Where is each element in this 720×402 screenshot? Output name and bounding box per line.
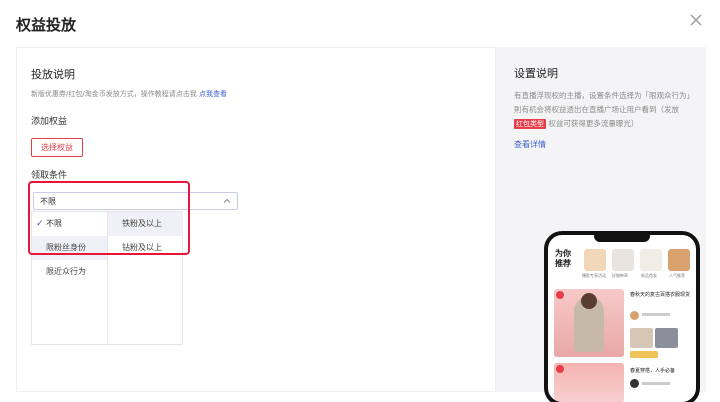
select-benefit-button[interactable]: 选择权益 [31, 138, 83, 157]
modal-content: 投放说明 新版优惠券/红包/淘金币发放方式，操作教程请点击我 点我查看 添加权益… [16, 47, 706, 402]
condition-select-value: 不限 [40, 197, 56, 206]
product-mini-image [655, 328, 678, 348]
author-name-placeholder [642, 313, 670, 316]
menu-item-label: 钻粉及以上 [122, 243, 162, 252]
help-title: 设置说明 [514, 67, 558, 80]
thumbnail-caption: 新品首发 [641, 273, 657, 278]
model-head [581, 293, 597, 309]
product-image [554, 289, 624, 357]
help-description: 有直播浮现权的主播，设置条件选择为「限观众行为」則有机会将权益透出在直播广场让用… [514, 89, 696, 131]
product-thumbnail [584, 249, 606, 271]
menu-item-diamond-fan[interactable]: 钻粉及以上 [108, 236, 183, 260]
menu-item-fan-identity[interactable]: 限粉丝身份 [32, 236, 107, 260]
condition-menu: ✓ 不限 限粉丝身份 限近众行为 铁粉及以上 钻粉及以上 [31, 211, 183, 345]
check-icon: ✓ [36, 219, 44, 229]
menu-item-viewer-behavior[interactable]: 限近众行为 [32, 260, 107, 284]
condition-menu-column-1: ✓ 不限 限粉丝身份 限近众行为 [32, 212, 108, 344]
live-badge-icon [556, 291, 564, 299]
product-mini-image [630, 328, 653, 348]
close-icon[interactable] [688, 12, 704, 28]
thumbnail-caption: 爆款专享活动 [582, 273, 606, 278]
product-card-title: 春夏穿搭，人手必备 [630, 368, 676, 374]
help-text-1: 有直播浮现权的主播，设置条件选择为「限观众行为」則有机会将权益透出在直播广场让用… [514, 91, 694, 114]
phone-notch [594, 235, 650, 242]
phone-preview: 为你推荐 爆款专享活动 好物种草 新品首发 人气推荐 春秋天的复古百搭衣服现货 [544, 231, 700, 402]
product-thumbnail [668, 249, 690, 271]
chevron-up-icon [223, 198, 231, 203]
section-title: 投放说明 [31, 68, 75, 81]
product-thumbnail [640, 249, 662, 271]
menu-item-label: 铁粉及以上 [122, 219, 162, 228]
settings-help-panel: 设置说明 有直播浮现权的主播，设置条件选择为「限观众行为」則有机会将权益透出在直… [500, 47, 706, 402]
menu-item-label: 限近众行为 [46, 267, 86, 276]
live-badge-icon [556, 365, 564, 373]
modal-title: 权益投放 [16, 16, 77, 34]
menu-item-unlimited[interactable]: ✓ 不限 [32, 212, 107, 236]
thumbnail-caption: 人气推荐 [669, 273, 685, 278]
delivery-description: 新版优惠券/红包/淘金币发放方式，操作教程请点击我 点我查看 [31, 89, 227, 99]
tutorial-link[interactable]: 点我查看 [199, 90, 227, 98]
view-details-link[interactable]: 查看详情 [514, 139, 546, 150]
condition-menu-column-2: 铁粉及以上 钻粉及以上 [108, 212, 183, 344]
menu-item-label: 不限 [46, 219, 62, 228]
coupon-tag [630, 351, 658, 358]
description-text: 新版优惠券/红包/淘金币发放方式，操作教程请点击我 [31, 90, 197, 98]
product-card-title: 春秋天的复古百搭衣服现货 [630, 292, 691, 298]
menu-item-iron-fan[interactable]: 铁粉及以上 [108, 212, 183, 236]
avatar [630, 311, 639, 320]
product-thumbnail [612, 249, 634, 271]
product-image [554, 363, 624, 402]
delivery-panel: 投放说明 新版优惠券/红包/淘金币发放方式，操作教程请点击我 点我查看 添加权益… [16, 47, 496, 392]
help-text-2: 权益可获得更多流量曝光） [548, 119, 639, 128]
add-benefit-label: 添加权益 [31, 117, 68, 127]
red-packet-tag: 红包类型 [514, 119, 546, 129]
condition-label: 领取条件 [31, 171, 68, 181]
menu-item-label: 限粉丝身份 [46, 243, 86, 252]
avatar [630, 379, 639, 388]
author-name-placeholder [642, 382, 670, 385]
condition-select[interactable]: 不限 [33, 192, 238, 210]
thumbnail-caption: 好物种草 [612, 273, 628, 278]
phone-recommend-header: 为你推荐 [555, 249, 571, 268]
